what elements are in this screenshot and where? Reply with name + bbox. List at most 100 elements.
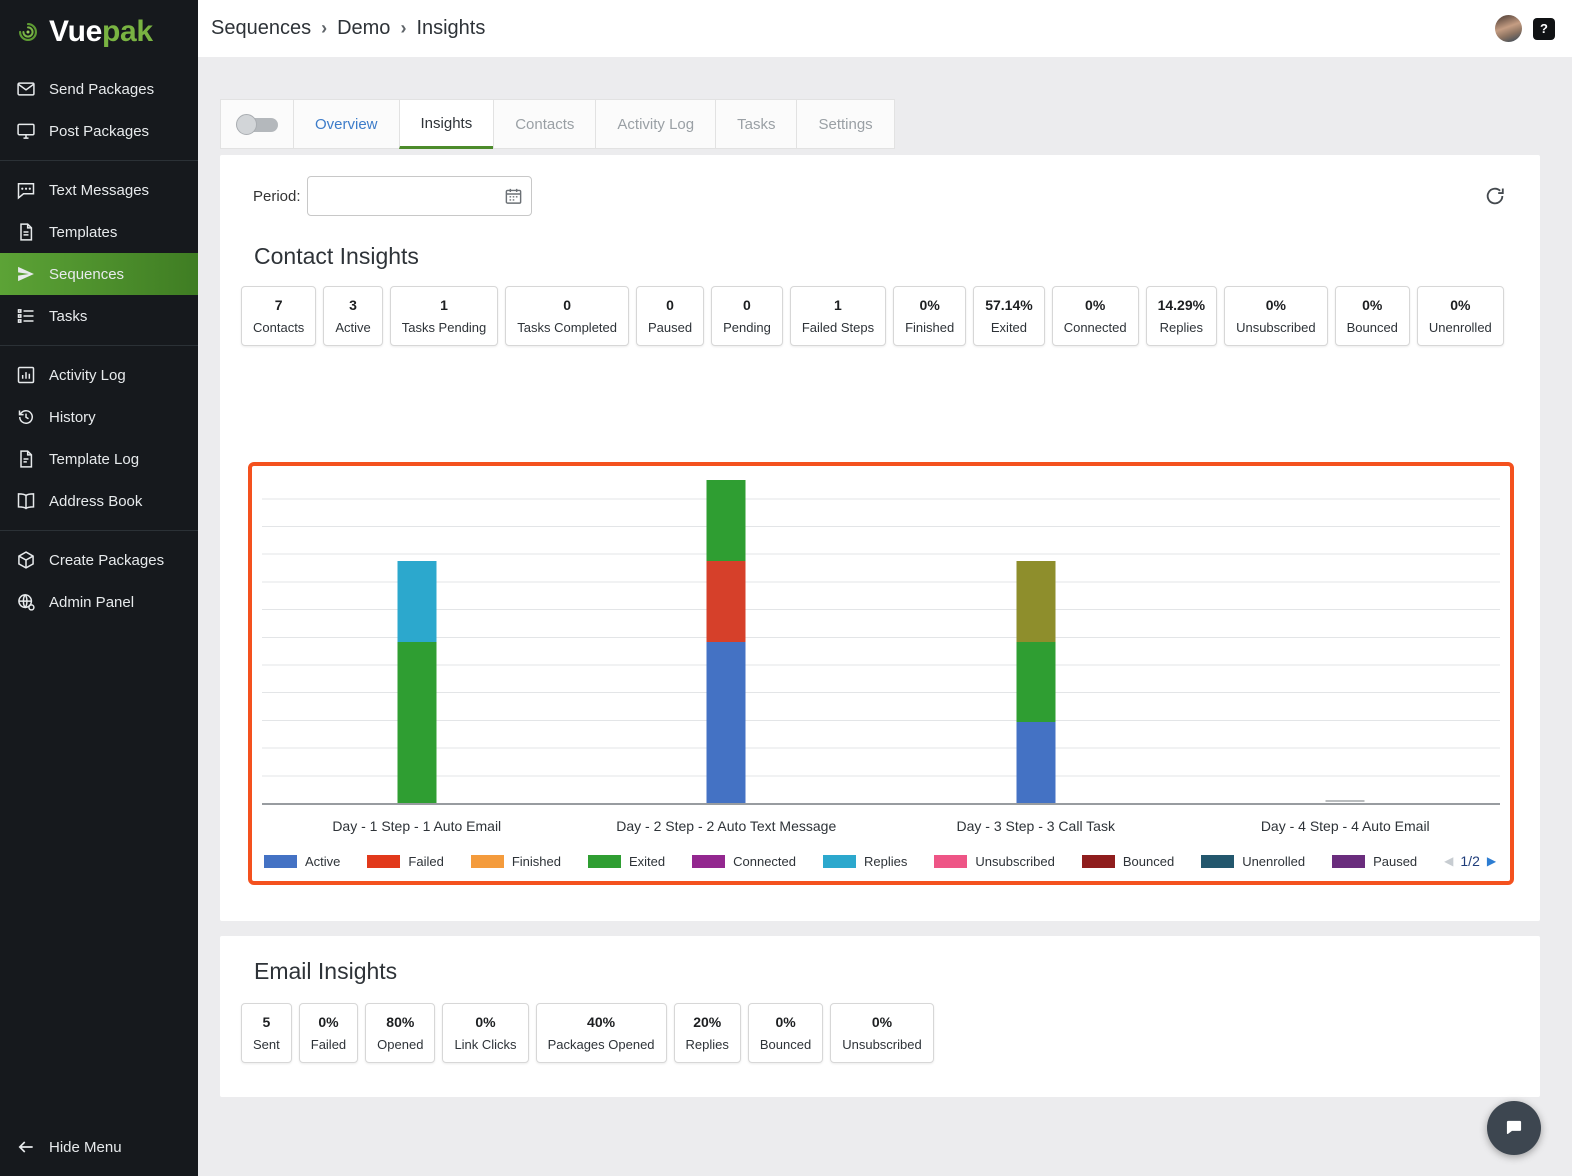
stat-card: 20% Replies	[673, 1003, 741, 1063]
document-icon	[16, 222, 36, 242]
stat-card: 0% Connected	[1051, 286, 1139, 346]
tab[interactable]: Activity Log	[595, 99, 717, 149]
sidebar-item-label: Text Messages	[49, 181, 150, 199]
help-button[interactable]: ?	[1533, 17, 1555, 40]
history-icon	[16, 407, 36, 427]
stat-value: 0%	[871, 1014, 893, 1030]
stat-card: 0% Unsubscribed	[1224, 286, 1328, 346]
logo-text: Vuepak	[49, 15, 153, 48]
chevron-right-icon: ›	[400, 18, 407, 38]
sidebar-item[interactable]: Template Log	[0, 438, 198, 480]
legend-item[interactable]: Connected	[692, 854, 796, 869]
stat-value: 0%	[1265, 297, 1286, 313]
tab[interactable]: Insights	[398, 99, 495, 149]
period-input-wrap	[306, 176, 532, 216]
bar-segment-unlabeled	[1016, 560, 1056, 642]
legend-swatch	[470, 854, 504, 868]
tab[interactable]: Settings	[796, 99, 895, 149]
stat-label: Finished	[905, 320, 955, 335]
stat-label: Link Clicks	[454, 1037, 517, 1052]
sidebar-item[interactable]: Templates	[0, 211, 198, 253]
stat-card: 1 Failed Steps	[789, 286, 887, 346]
stat-value: 1	[834, 297, 842, 313]
breadcrumb-demo[interactable]: Demo	[337, 17, 390, 40]
legend-item[interactable]: Replies	[823, 854, 907, 869]
bar-segment-exited	[1016, 641, 1056, 723]
legend-item[interactable]: Unenrolled	[1201, 854, 1305, 869]
stat-card: 0 Paused	[636, 286, 705, 346]
chart-category-label: Day - 3 Step - 3 Call Task	[956, 818, 1115, 834]
sidebar-item[interactable]: Activity Log	[0, 354, 198, 396]
stat-value: 3	[349, 297, 357, 313]
sidebar-item[interactable]: History	[0, 396, 198, 438]
legend-item[interactable]: Unsubscribed	[934, 854, 1055, 869]
legend-item[interactable]: Exited	[587, 854, 665, 869]
legend-prev-icon[interactable]: ◀	[1444, 854, 1453, 868]
calendar-icon[interactable]	[504, 187, 523, 206]
stat-label: Tasks Completed	[517, 320, 617, 335]
chart-plot	[262, 472, 1500, 805]
legend-swatch	[823, 854, 856, 868]
sidebar-item-label: History	[49, 408, 96, 426]
stat-label: Tasks Pending	[401, 320, 487, 335]
sidebar-item[interactable]: Create Packages	[0, 539, 198, 581]
send-icon	[16, 264, 36, 284]
legend-item[interactable]: Failed	[367, 854, 444, 869]
chart-category-labels: Day - 1 Step - 1 Auto Email Day - 2 Step…	[262, 818, 1500, 834]
stat-label: Paused	[648, 320, 693, 335]
period-input[interactable]	[306, 176, 532, 216]
stat-label: Packages Opened	[547, 1037, 655, 1052]
stat-card: 1 Tasks Pending	[389, 286, 499, 346]
refresh-button[interactable]	[1484, 185, 1506, 207]
stat-value: 0%	[1085, 297, 1106, 313]
stat-value: 1	[440, 297, 448, 313]
chart-category-label: Day - 4 Step - 4 Auto Email	[1260, 818, 1430, 834]
sidebar-item[interactable]: Address Book	[0, 480, 198, 531]
list-icon	[16, 306, 36, 326]
legend-item[interactable]: Active	[264, 854, 340, 869]
bar-segment-failed	[706, 560, 746, 642]
sidebar-item[interactable]: Send Packages	[0, 68, 198, 110]
user-avatar[interactable]	[1495, 15, 1522, 42]
chart-highlight-box: Day - 1 Step - 1 Auto Email Day - 2 Step…	[248, 462, 1514, 885]
chat-widget-button[interactable]	[1487, 1101, 1541, 1155]
sidebar-item[interactable]: Text Messages	[0, 169, 198, 211]
sidebar-item-label: Sequences	[49, 265, 125, 283]
hide-menu-button[interactable]: Hide Menu	[0, 1118, 198, 1176]
stat-card: 80% Opened	[365, 1003, 436, 1063]
stat-card: 0% Finished	[893, 286, 967, 346]
tab[interactable]: Contacts	[493, 99, 597, 149]
bar-chart-icon	[16, 365, 36, 385]
sidebar-item-label: Post Packages	[49, 122, 150, 140]
vuepak-logo[interactable]: Vuepak	[0, 0, 198, 64]
period-label: Period:	[253, 187, 301, 205]
breadcrumb-sequences[interactable]: Sequences	[211, 17, 311, 40]
sidebar-item-label: Create Packages	[49, 551, 165, 569]
stat-label: Bounced	[759, 1037, 812, 1052]
hide-menu-label: Hide Menu	[49, 1138, 122, 1156]
top-header: Sequences › Demo › Insights ?	[198, 0, 1572, 57]
sidebar-item[interactable]: Admin Panel	[0, 581, 198, 623]
book-icon	[16, 491, 36, 511]
stat-value: 0	[666, 297, 674, 313]
legend-swatch	[1081, 854, 1115, 868]
bar-segment-replies	[397, 560, 437, 642]
app-root: Vuepak Send Packages Post Packages Text …	[0, 0, 1572, 1176]
package-icon	[16, 550, 36, 570]
sidebar-item[interactable]: Sequences	[0, 253, 198, 295]
breadcrumb: Sequences › Demo › Insights	[211, 17, 485, 40]
legend-next-icon[interactable]: ▶	[1487, 854, 1496, 868]
stat-card: 0% Bounced	[747, 1003, 824, 1063]
stat-card: 0% Link Clicks	[442, 1003, 529, 1063]
tab[interactable]: Overview	[293, 99, 400, 149]
view-toggle[interactable]	[220, 99, 294, 149]
legend-swatch	[934, 854, 968, 868]
tab[interactable]: Tasks	[715, 99, 798, 149]
sidebar-item[interactable]: Post Packages	[0, 110, 198, 161]
sidebar-item[interactable]: Tasks	[0, 295, 198, 346]
legend-item[interactable]: Finished	[470, 854, 561, 869]
period-row: Period:	[253, 176, 1520, 216]
legend-item[interactable]: Bounced	[1081, 854, 1174, 869]
legend-item[interactable]: Paused	[1332, 854, 1417, 869]
tabs: Overview Insights Contacts Activity Log …	[293, 99, 895, 149]
